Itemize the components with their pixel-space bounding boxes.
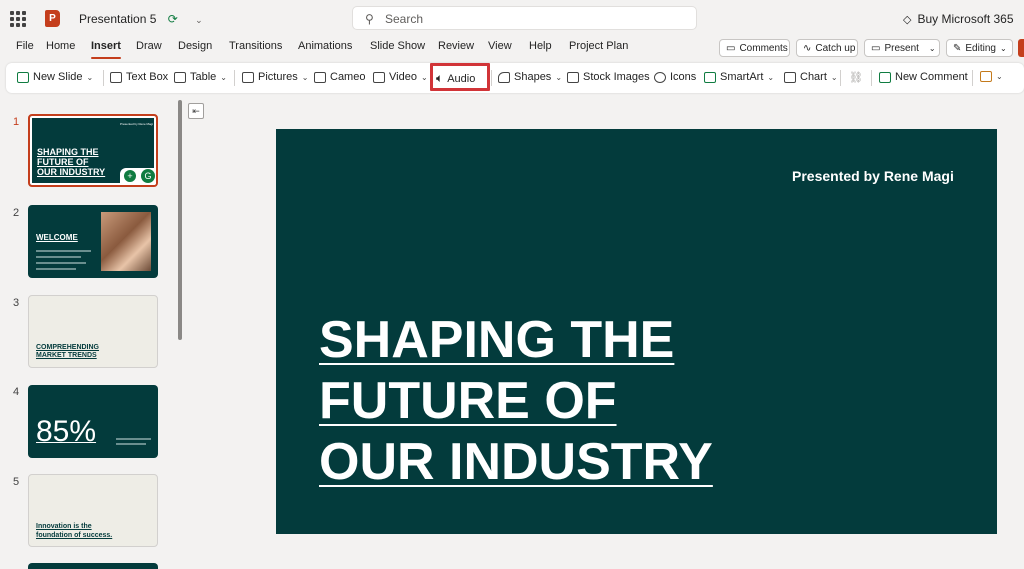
presenter-text[interactable]: Presented by Rene Magi <box>792 168 954 184</box>
tab-transitions[interactable]: Transitions <box>229 40 282 52</box>
link-icon: ⛓︎ <box>849 72 863 84</box>
tab-project-plan[interactable]: Project Plan <box>569 40 628 52</box>
slide-number: 1 <box>13 116 20 128</box>
picture-icon <box>242 71 254 83</box>
new-comment-icon <box>879 71 891 83</box>
slide-thumbnail-pane: 1 Presented by Rene Magi SHAPING THE FUT… <box>0 97 186 569</box>
new-slide-button[interactable]: New Slide ⌄ <box>17 71 93 83</box>
people-photo <box>101 212 151 271</box>
tab-design[interactable]: Design <box>178 40 212 52</box>
chart-icon <box>784 71 796 83</box>
slide-thumbnail-6[interactable] <box>28 563 158 569</box>
slide-thumbnail-4[interactable]: 85% <box>28 385 158 458</box>
diamond-icon: ◇ <box>903 13 912 26</box>
share-button[interactable] <box>1018 39 1024 57</box>
chevron-down-icon[interactable]: ⌄ <box>87 73 94 82</box>
chevron-down-icon[interactable]: ⌄ <box>767 73 774 82</box>
icons-button[interactable]: Icons <box>654 71 696 83</box>
chevron-down-icon[interactable]: ⌄ <box>555 73 562 82</box>
app-launcher-icon[interactable] <box>10 11 26 27</box>
table-icon <box>174 71 186 83</box>
cameo-button[interactable]: Cameo <box>314 71 365 83</box>
tab-review[interactable]: Review <box>438 40 474 52</box>
chevron-down-icon[interactable]: ⌄ <box>195 15 203 25</box>
tab-insert[interactable]: Insert <box>91 40 121 59</box>
slide-headline[interactable]: SHAPING THE FUTURE OF OUR INDUSTRY <box>319 310 713 493</box>
buy-microsoft-365-button[interactable]: ◇ Buy Microsoft 365 <box>903 12 1014 26</box>
search-icon: ⚲ <box>365 12 374 26</box>
slide-number: 2 <box>13 207 20 219</box>
add-icon: + <box>124 170 136 182</box>
chevron-down-icon[interactable]: ⌄ <box>996 72 1003 81</box>
slide-thumbnail-1[interactable]: Presented by Rene Magi SHAPING THE FUTUR… <box>28 114 158 187</box>
chevron-down-icon[interactable]: ⌄ <box>421 73 428 82</box>
current-slide[interactable]: Presented by Rene Magi SHAPING THE FUTUR… <box>276 129 997 534</box>
tab-home[interactable]: Home <box>46 40 75 52</box>
present-icon: ▭ <box>871 42 881 54</box>
new-comment-button[interactable]: New Comment <box>879 71 968 83</box>
link-button[interactable]: ⛓︎ <box>849 71 863 84</box>
catch-up-button[interactable]: ∿ Catch up <box>796 39 858 57</box>
powerpoint-logo-icon: P <box>45 10 60 27</box>
smartart-icon <box>704 71 716 83</box>
pulse-icon: ∿ <box>803 42 812 54</box>
chevron-down-icon: ⌄ <box>999 43 1007 53</box>
pencil-icon: ✎ <box>953 42 962 54</box>
tab-draw[interactable]: Draw <box>136 40 162 52</box>
tab-slide-show[interactable]: Slide Show <box>370 40 425 52</box>
chevron-down-icon[interactable]: ⌄ <box>302 73 309 82</box>
tab-file[interactable]: File <box>16 40 34 52</box>
text-box-icon <box>110 71 122 83</box>
header-footer-button[interactable]: ⌄ <box>980 71 1003 82</box>
tab-help[interactable]: Help <box>529 40 552 52</box>
thumbnail-scrollbar[interactable] <box>178 100 182 340</box>
editing-mode-button[interactable]: ✎ Editing ⌄ <box>946 39 1013 57</box>
tab-view[interactable]: View <box>488 40 512 52</box>
chart-button[interactable]: Chart ⌄ <box>784 71 838 83</box>
icons-icon <box>654 71 666 83</box>
audio-highlight-box <box>430 63 490 91</box>
table-button[interactable]: Table ⌄ <box>174 71 227 83</box>
comment-icon: ▭ <box>726 42 736 54</box>
stock-images-button[interactable]: Stock Images <box>567 71 650 83</box>
video-icon <box>373 71 385 83</box>
grammarly-icon: G <box>141 169 155 183</box>
smartart-button[interactable]: SmartArt ⌄ <box>704 71 774 83</box>
slide-thumbnail-3[interactable]: COMPREHENDING MARKET TRENDS <box>28 295 158 368</box>
new-slide-icon <box>17 71 29 83</box>
comments-button[interactable]: ▭ Comments <box>719 39 790 57</box>
header-footer-icon <box>980 71 992 82</box>
slide-thumbnail-2[interactable]: WELCOME <box>28 205 158 278</box>
cameo-icon <box>314 71 326 83</box>
chevron-down-icon[interactable]: ⌄ <box>929 44 936 53</box>
shapes-button[interactable]: Shapes ⌄ <box>498 71 562 83</box>
document-title[interactable]: Presentation 5 ⟳ ⌄ <box>79 12 203 26</box>
search-input[interactable]: ⚲ Search <box>352 6 697 30</box>
text-box-button[interactable]: Text Box <box>110 71 168 83</box>
slide-number: 3 <box>13 297 20 309</box>
tab-animations[interactable]: Animations <box>298 40 352 52</box>
shapes-icon <box>498 71 510 83</box>
saved-status-icon: ⟳ <box>167 12 178 26</box>
title-bar: P Presentation 5 ⟳ ⌄ ⚲ Search ◇ Buy Micr… <box>0 0 1024 38</box>
slide-number: 4 <box>13 386 20 398</box>
slide-thumbnail-5[interactable]: Innovation is the foundation of success. <box>28 474 158 547</box>
video-button[interactable]: Video ⌄ <box>373 71 428 83</box>
collapse-pane-icon[interactable]: ⇤ <box>188 103 204 119</box>
chevron-down-icon[interactable]: ⌄ <box>831 73 838 82</box>
chevron-down-icon[interactable]: ⌄ <box>220 73 227 82</box>
pictures-button[interactable]: Pictures ⌄ <box>242 71 308 83</box>
present-button[interactable]: ▭ Present ⌄ <box>864 39 940 57</box>
insert-ribbon: New Slide ⌄ Text Box Table ⌄ Pictures ⌄ … <box>6 63 1024 93</box>
stock-images-icon <box>567 71 579 83</box>
slide-number: 5 <box>13 476 20 488</box>
